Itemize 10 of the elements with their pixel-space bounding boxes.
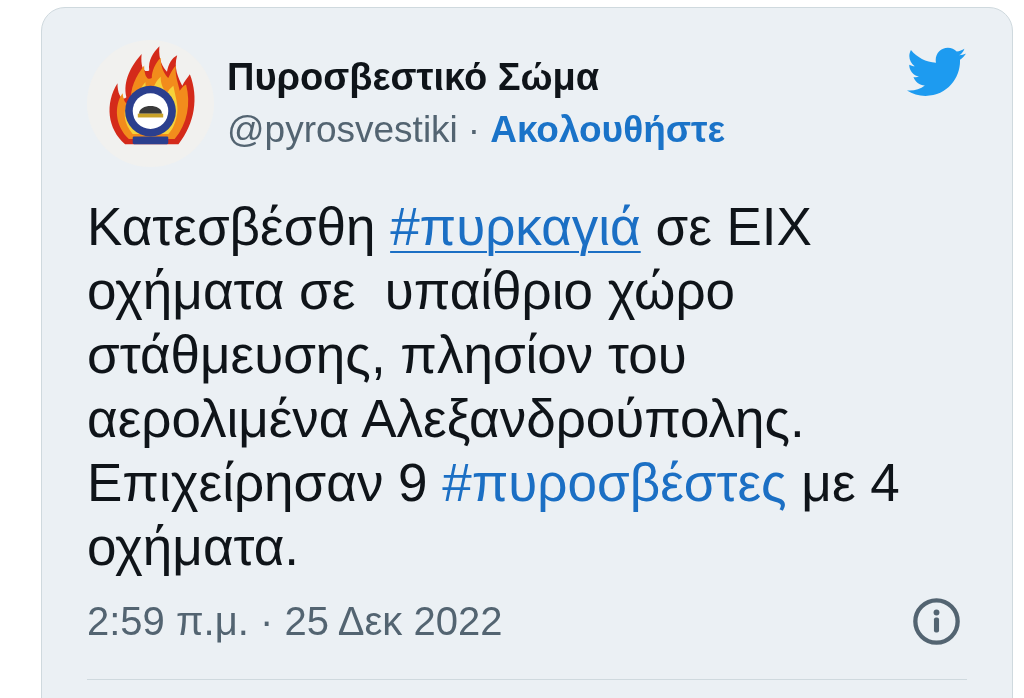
author-name[interactable]: Πυροσβεστικό Σώμα: [227, 54, 726, 100]
hashtag-link[interactable]: #πυρκαγιά: [390, 197, 641, 256]
tweet-timestamp[interactable]: 2:59 π.μ. · 25 Δεκ 2022: [87, 597, 503, 645]
bird-icon[interactable]: [907, 47, 967, 97]
hashtag-link[interactable]: #πυροσβέστες: [442, 453, 787, 512]
info-icon[interactable]: [913, 597, 960, 645]
follow-link[interactable]: Ακολουθήστε: [490, 107, 726, 153]
separator-text: ·: [466, 108, 482, 152]
tweet-text: Κατεσβέσθη #πυρκαγιά σε ΕΙΧ οχήματα σε υπαίθριο χώρο στάθμευσης, πλησίον του αερολιμένα Αλεξανδρούπολης. Επιχείρησαν 9 #πυροσβέστες με 4 οχήματα.: [87, 196, 901, 578]
author-handle[interactable]: @pyrosvestiki: [227, 107, 458, 153]
